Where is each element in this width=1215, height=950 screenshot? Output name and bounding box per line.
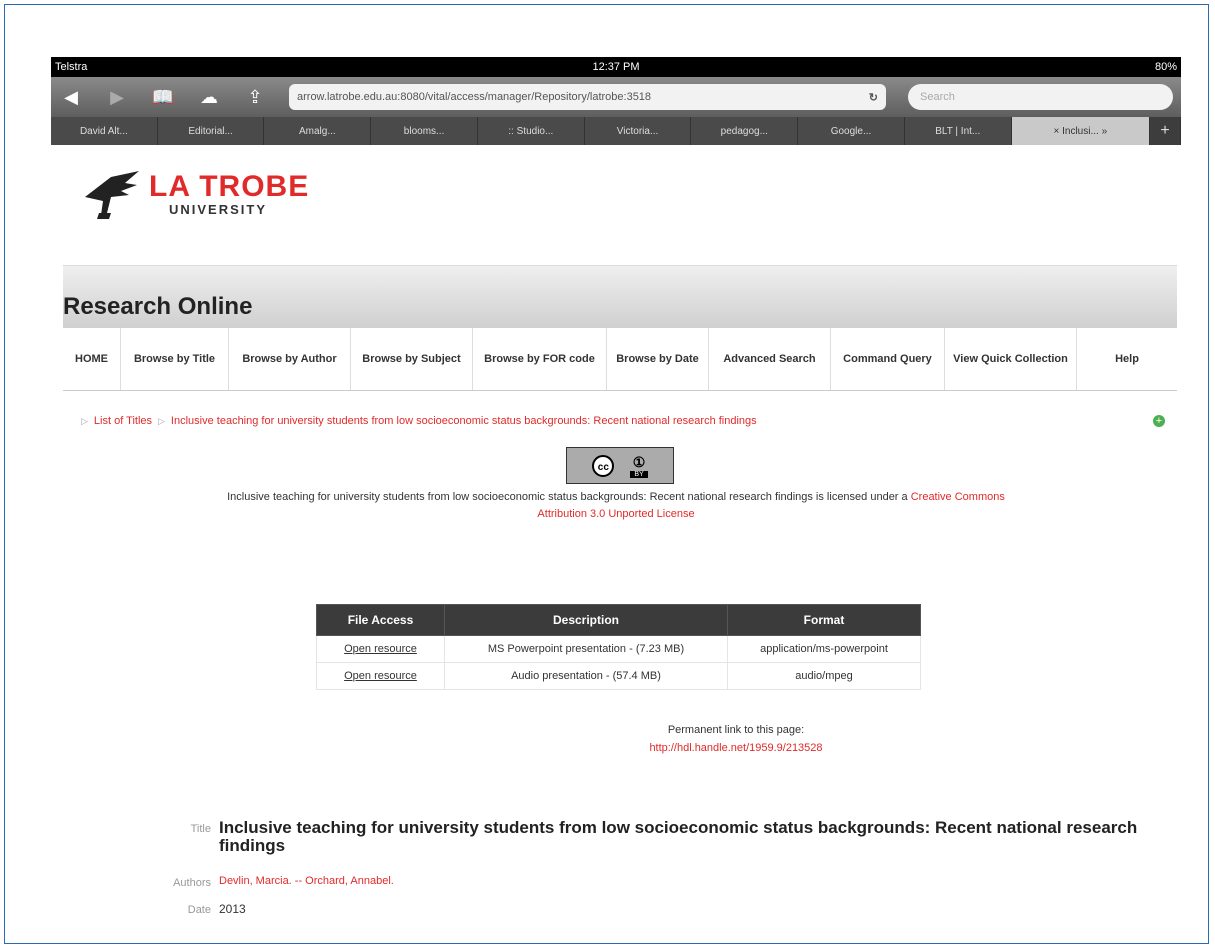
image-frame: Telstra 12:37 PM 80% ◀ ▶ 📖 ☁ ⇪ arrow.lat… xyxy=(4,4,1209,944)
browser-toolbar: ◀ ▶ 📖 ☁ ⇪ arrow.latrobe.edu.au:8080/vita… xyxy=(51,77,1181,117)
add-to-collection-icon[interactable]: + xyxy=(1153,415,1165,427)
file-description: MS Powerpoint presentation - (7.23 MB) xyxy=(444,635,728,663)
tab-label: Inclusi... xyxy=(1062,125,1099,137)
breadcrumb: ▷ List of Titles ▷ Inclusive teaching fo… xyxy=(81,415,757,427)
eagle-logo-icon xyxy=(85,171,139,219)
tab[interactable]: Victoria... xyxy=(585,117,692,145)
tab[interactable]: Amalg... xyxy=(264,117,372,145)
nav-browse-date[interactable]: Browse by Date xyxy=(607,328,709,390)
permalink-label: Permanent link to this page: xyxy=(667,724,805,736)
breadcrumb-arrow-icon: ▷ xyxy=(81,415,88,426)
carrier-label: Telstra xyxy=(55,61,88,73)
table-row: Open resource MS Powerpoint presentation… xyxy=(316,635,921,663)
la-trobe-logo[interactable]: LA TROBE UNIVERSITY xyxy=(81,167,309,222)
authors-links[interactable]: Devlin, Marcia. -- Orchard, Annabel. xyxy=(219,875,394,887)
reload-icon[interactable]: ↻ xyxy=(869,91,878,104)
record-title: Inclusive teaching for university studen… xyxy=(219,818,1138,855)
tab[interactable]: pedagog... xyxy=(691,117,799,145)
by-label: BY xyxy=(630,470,648,478)
tab-active[interactable]: × Inclusi... » xyxy=(1011,117,1151,145)
creative-commons-badge[interactable]: cc ① BY xyxy=(566,447,674,484)
breadcrumb-list-of-titles[interactable]: List of Titles xyxy=(94,415,152,427)
nav-browse-subject[interactable]: Browse by Subject xyxy=(351,328,473,390)
license-text: Inclusive teaching for university studen… xyxy=(227,491,908,503)
table-row: Open resource Audio presentation - (57.4… xyxy=(316,662,921,690)
nav-browse-title[interactable]: Browse by Title xyxy=(121,328,229,390)
permalink-url[interactable]: http://hdl.handle.net/1959.9/213528 xyxy=(611,739,861,757)
bookmarks-icon[interactable]: 📖 xyxy=(151,87,175,108)
license-link-cont[interactable]: Attribution 3.0 Unported License xyxy=(537,508,694,520)
ipad-screen: Telstra 12:37 PM 80% ◀ ▶ 📖 ☁ ⇪ arrow.lat… xyxy=(51,57,1181,927)
file-description: Audio presentation - (57.4 MB) xyxy=(444,662,728,690)
col-header-file-access: File Access xyxy=(316,604,445,636)
record-date: 2013 xyxy=(219,902,246,916)
icloud-tabs-icon[interactable]: ☁ xyxy=(197,87,221,108)
back-icon[interactable]: ◀ xyxy=(59,87,83,108)
col-header-description: Description xyxy=(444,604,728,636)
open-resource-link[interactable]: Open resource xyxy=(316,662,445,690)
tab[interactable]: Google... xyxy=(798,117,905,145)
tab[interactable]: BLT | Int... xyxy=(905,117,1012,145)
nav-browse-author[interactable]: Browse by Author xyxy=(229,328,351,390)
tab-bar: David Alt... Editorial... Amalg... bloom… xyxy=(51,117,1181,145)
site-header: Research Online xyxy=(63,265,1177,329)
main-nav: HOME Browse by Title Browse by Author Br… xyxy=(63,328,1177,391)
authors-label: Authors xyxy=(173,877,211,889)
nav-command-query[interactable]: Command Query xyxy=(831,328,945,390)
nav-quick-collection[interactable]: View Quick Collection xyxy=(945,328,1077,390)
breadcrumb-current[interactable]: Inclusive teaching for university studen… xyxy=(171,415,757,427)
file-access-table: File Access Description Format Open reso… xyxy=(316,604,921,690)
battery-label: 80% xyxy=(1154,61,1177,73)
share-icon[interactable]: ⇪ xyxy=(243,87,267,108)
nav-browse-for[interactable]: Browse by FOR code xyxy=(473,328,607,390)
date-label: Date xyxy=(187,904,211,916)
file-format: application/ms-powerpoint xyxy=(727,635,921,663)
tab[interactable]: :: Studio... xyxy=(478,117,585,145)
title-label: Title xyxy=(190,823,211,835)
tab[interactable]: Editorial... xyxy=(158,117,265,145)
clock: 12:37 PM xyxy=(592,61,640,73)
page-title: Research Online xyxy=(63,293,253,320)
url-bar[interactable]: arrow.latrobe.edu.au:8080/vital/access/m… xyxy=(289,84,886,110)
forward-icon[interactable]: ▶ xyxy=(105,87,129,108)
permanent-link: Permanent link to this page: http://hdl.… xyxy=(611,721,861,757)
col-header-format: Format xyxy=(727,604,921,636)
file-format: audio/mpeg xyxy=(727,662,921,690)
breadcrumb-arrow-icon: ▷ xyxy=(158,415,165,426)
license-statement: Inclusive teaching for university studen… xyxy=(81,489,1151,523)
tab-overflow-icon[interactable]: » xyxy=(1099,126,1108,137)
tab-close-icon[interactable]: × xyxy=(1054,126,1063,137)
logo-line2: UNIVERSITY xyxy=(169,202,268,217)
tab[interactable]: blooms... xyxy=(371,117,478,145)
search-field[interactable]: Search xyxy=(908,84,1173,110)
nav-help[interactable]: Help xyxy=(1077,328,1177,390)
status-bar: Telstra 12:37 PM 80% xyxy=(51,57,1181,77)
by-icon: ① xyxy=(632,453,646,470)
nav-home[interactable]: HOME xyxy=(63,328,121,390)
license-link[interactable]: Creative Commons xyxy=(911,491,1005,503)
cc-icon: cc xyxy=(592,454,615,477)
url-text: arrow.latrobe.edu.au:8080/vital/access/m… xyxy=(297,91,652,103)
nav-advanced-search[interactable]: Advanced Search xyxy=(709,328,831,390)
open-resource-link[interactable]: Open resource xyxy=(316,635,445,663)
tab[interactable]: David Alt... xyxy=(51,117,158,145)
logo-line1: LA TROBE xyxy=(149,170,310,203)
new-tab-icon[interactable]: + xyxy=(1150,117,1181,145)
